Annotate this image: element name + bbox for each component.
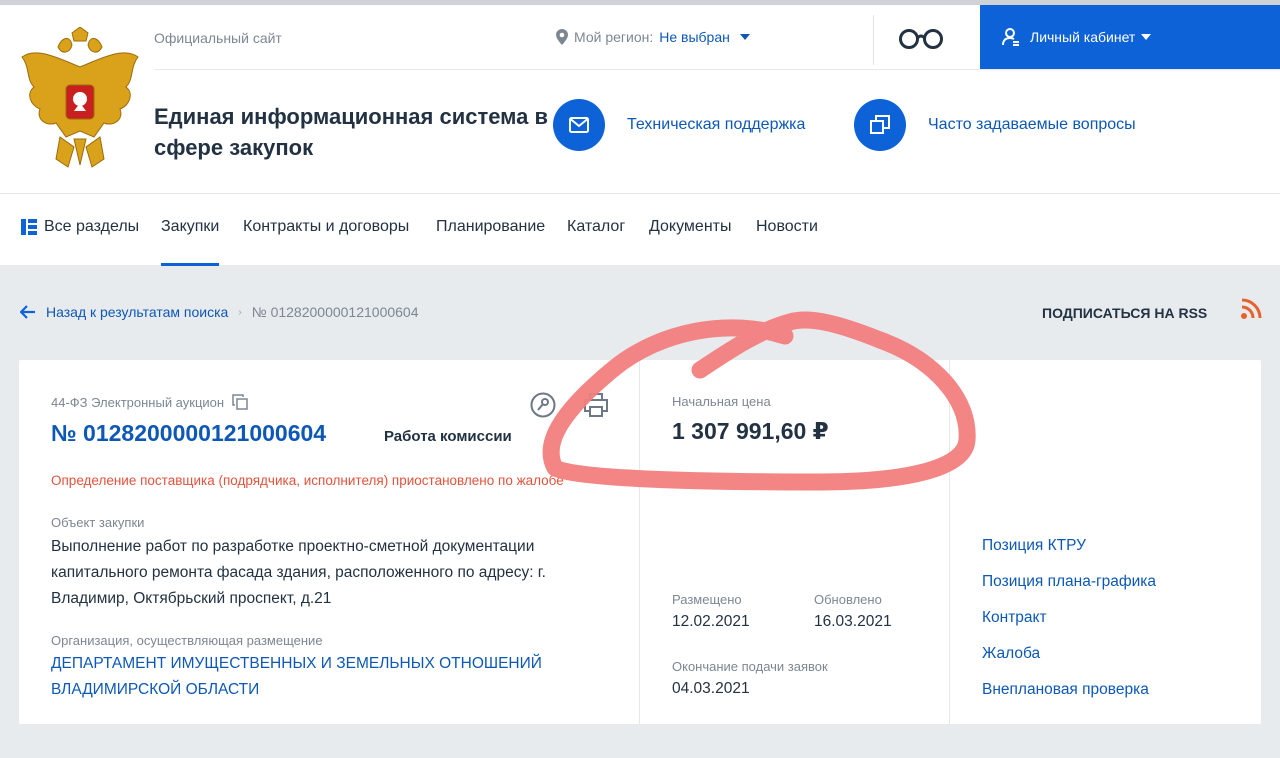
link-plan-schedule[interactable]: Позиция плана-графика (982, 572, 1156, 608)
windows-stack-icon (870, 115, 890, 134)
personal-cabinet-button[interactable]: Личный кабинет (980, 5, 1280, 69)
header-divider-line (154, 69, 1280, 70)
object-text: Выполнение работ по разработке проектно-… (51, 538, 546, 607)
posted-label: Размещено (672, 592, 742, 607)
updated-date: 16.03.2021 (814, 613, 892, 630)
link-contract[interactable]: Контракт (982, 608, 1156, 644)
region-value[interactable]: Не выбран (659, 29, 730, 45)
suspension-warning: Определение поставщика (подрядчика, испо… (51, 473, 564, 488)
organization-label: Организация, осуществляющая размещение (51, 633, 323, 648)
print-icon[interactable] (583, 392, 609, 418)
coat-of-arms-icon[interactable] (16, 27, 144, 171)
nav-purchases[interactable]: Закупки (161, 218, 220, 266)
header-divider (873, 15, 874, 65)
faq-link[interactable]: Часто задаваемые вопросы (854, 99, 1136, 151)
initial-price: 1 307 991,60 ₽ (672, 418, 829, 444)
site-title[interactable]: Единая информационная система в сфере за… (154, 101, 554, 163)
mail-icon (569, 117, 589, 133)
purchase-number[interactable]: № 0128200000121000604 (51, 420, 326, 447)
link-ktru[interactable]: Позиция КТРУ (982, 536, 1156, 572)
nav-catalog[interactable]: Каталог (567, 218, 625, 236)
purchase-type-label: 44-ФЗ Электронный аукцион (51, 394, 225, 410)
breadcrumb-separator: › (238, 306, 242, 318)
arrow-left-icon[interactable] (20, 305, 36, 319)
faq-icon-circle (854, 99, 906, 151)
updated-label: Обновлено (814, 592, 882, 607)
region-label: Мой регион: (574, 29, 654, 45)
rss-icon[interactable] (1240, 298, 1262, 320)
deadline-date: 04.03.2021 (672, 680, 750, 697)
back-to-results-link[interactable]: Назад к результатам поиска (46, 304, 228, 320)
location-pin-icon (556, 29, 568, 45)
user-icon (1002, 28, 1019, 46)
main-nav: Все разделы Закупки Контракты и договоры… (0, 193, 1280, 266)
nav-contracts[interactable]: Контракты и договоры (243, 218, 409, 236)
breadcrumb-current: № 0128200000121000604 (251, 304, 419, 320)
nav-documents[interactable]: Документы (649, 218, 731, 236)
cabinet-label: Личный кабинет (1030, 29, 1136, 45)
key-icon[interactable] (530, 392, 556, 418)
column-divider (639, 360, 640, 724)
posted-date: 12.02.2021 (672, 613, 750, 630)
chevron-down-icon (739, 34, 750, 40)
nav-all-sections[interactable]: Все разделы (20, 218, 139, 236)
chevron-down-icon (1141, 34, 1152, 40)
mail-icon-circle (553, 99, 605, 151)
purchase-stage: Работа комиссии (384, 428, 512, 445)
region-selector[interactable]: Мой регион: Не выбран (556, 29, 750, 45)
glasses-icon[interactable] (898, 27, 944, 51)
object-label: Объект закупки (51, 515, 145, 530)
sections-grid-icon (21, 219, 37, 235)
nav-planning[interactable]: Планирование (436, 218, 545, 236)
rss-subscribe-link[interactable]: ПОДПИСАТЬСЯ НА RSS (1042, 305, 1207, 321)
price-label: Начальная цена (672, 394, 771, 409)
organization-link[interactable]: ДЕПАРТАМЕНТ ИМУЩЕСТВЕННЫХ И ЗЕМЕЛЬНЫХ ОТ… (51, 651, 611, 703)
purchase-type: 44-ФЗ Электронный аукцион (51, 394, 248, 410)
support-link[interactable]: Техническая поддержка (553, 99, 805, 151)
column-divider (949, 360, 950, 724)
deadline-label: Окончание подачи заявок (672, 659, 828, 674)
related-links: Позиция КТРУ Позиция плана-графика Контр… (982, 536, 1156, 716)
link-unscheduled-inspection[interactable]: Внеплановая проверка (982, 680, 1156, 716)
breadcrumb: Назад к результатам поиска › № 012820000… (20, 304, 419, 320)
faq-label[interactable]: Часто задаваемые вопросы (928, 116, 1136, 134)
official-site-label: Официальный сайт (154, 30, 282, 46)
nav-all-label: Все разделы (44, 218, 140, 235)
purchase-card: 44-ФЗ Электронный аукцион № 012820000012… (19, 360, 1261, 724)
link-complaint[interactable]: Жалоба (982, 644, 1156, 680)
support-label[interactable]: Техническая поддержка (627, 116, 805, 134)
copy-icon[interactable] (232, 394, 248, 410)
nav-news[interactable]: Новости (756, 218, 818, 236)
site-header: Официальный сайт Мой регион: Не выбран Л… (0, 5, 1280, 193)
